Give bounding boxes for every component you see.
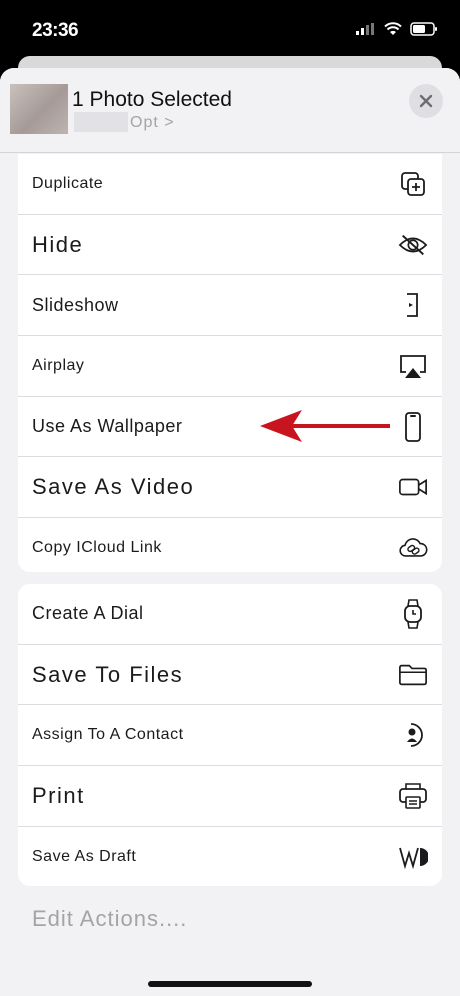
action-print[interactable]: Print bbox=[18, 766, 442, 827]
close-icon bbox=[419, 94, 433, 108]
duplicate-icon bbox=[398, 169, 428, 199]
actions-group-1: Duplicate Hide Slideshow Airplay Use As … bbox=[18, 154, 442, 572]
home-indicator bbox=[148, 981, 312, 987]
phone-icon bbox=[398, 411, 428, 442]
action-label: Slideshow bbox=[32, 294, 119, 315]
options-link[interactable]: Opt > bbox=[130, 114, 175, 132]
share-sheet: 1 Photo Selected Opt > Duplicate Hide Sl… bbox=[0, 68, 460, 996]
battery-icon bbox=[410, 22, 437, 36]
action-hide[interactable]: Hide bbox=[18, 215, 442, 276]
header-title: 1 Photo Selected bbox=[72, 88, 232, 111]
status-time: 23:36 bbox=[32, 20, 79, 41]
action-save-as-video[interactable]: Save As Video bbox=[18, 457, 442, 519]
action-label: Save To Files bbox=[32, 661, 184, 687]
action-assign-to-a-contact[interactable]: Assign To A Contact bbox=[18, 705, 442, 767]
edit-actions-link[interactable]: Edit Actions.... bbox=[32, 906, 187, 932]
close-button[interactable] bbox=[409, 84, 443, 118]
signal-icon bbox=[356, 23, 374, 35]
slideshow-icon bbox=[398, 290, 428, 320]
airplay-icon bbox=[398, 351, 428, 381]
draft-icon bbox=[398, 842, 428, 872]
action-label: Copy ICloud Link bbox=[32, 538, 162, 556]
action-create-a-dial[interactable]: Create A Dial bbox=[18, 584, 442, 645]
share-sheet-header: 1 Photo Selected Opt > bbox=[0, 68, 460, 153]
action-slideshow[interactable]: Slideshow bbox=[18, 275, 442, 337]
action-label: Create A Dial bbox=[32, 603, 144, 624]
action-label: Save As Video bbox=[32, 474, 195, 500]
printer-icon bbox=[398, 781, 428, 811]
contact-icon bbox=[398, 720, 428, 750]
action-label: Use As Wallpaper bbox=[32, 416, 183, 437]
action-copy-icloud-link[interactable]: Copy ICloud Link bbox=[18, 518, 442, 572]
action-label: Print bbox=[32, 782, 85, 808]
action-label: Assign To A Contact bbox=[32, 726, 184, 744]
photo-thumbnail bbox=[10, 84, 68, 134]
action-duplicate[interactable]: Duplicate bbox=[18, 154, 442, 215]
status-bar: 23:36 bbox=[0, 0, 460, 60]
annotation-arrow bbox=[260, 410, 390, 442]
actions-group-2: Create A Dial Save To Files Assign To A … bbox=[18, 584, 442, 886]
watch-icon bbox=[398, 599, 428, 629]
cloud-link-icon bbox=[398, 533, 428, 563]
action-airplay[interactable]: Airplay bbox=[18, 336, 442, 397]
eye-slash-icon bbox=[398, 230, 428, 260]
action-save-to-files[interactable]: Save To Files bbox=[18, 645, 442, 706]
action-label: Airplay bbox=[32, 356, 85, 374]
header-subtitle-blur bbox=[74, 112, 128, 132]
folder-icon bbox=[398, 660, 428, 690]
status-icons bbox=[356, 22, 438, 36]
action-label: Hide bbox=[32, 231, 84, 257]
action-label: Duplicate bbox=[32, 174, 104, 192]
action-save-as-draft[interactable]: Save As Draft bbox=[18, 827, 442, 886]
action-label: Save As Draft bbox=[32, 847, 137, 865]
wifi-icon bbox=[384, 22, 402, 35]
video-camera-icon bbox=[398, 472, 428, 502]
